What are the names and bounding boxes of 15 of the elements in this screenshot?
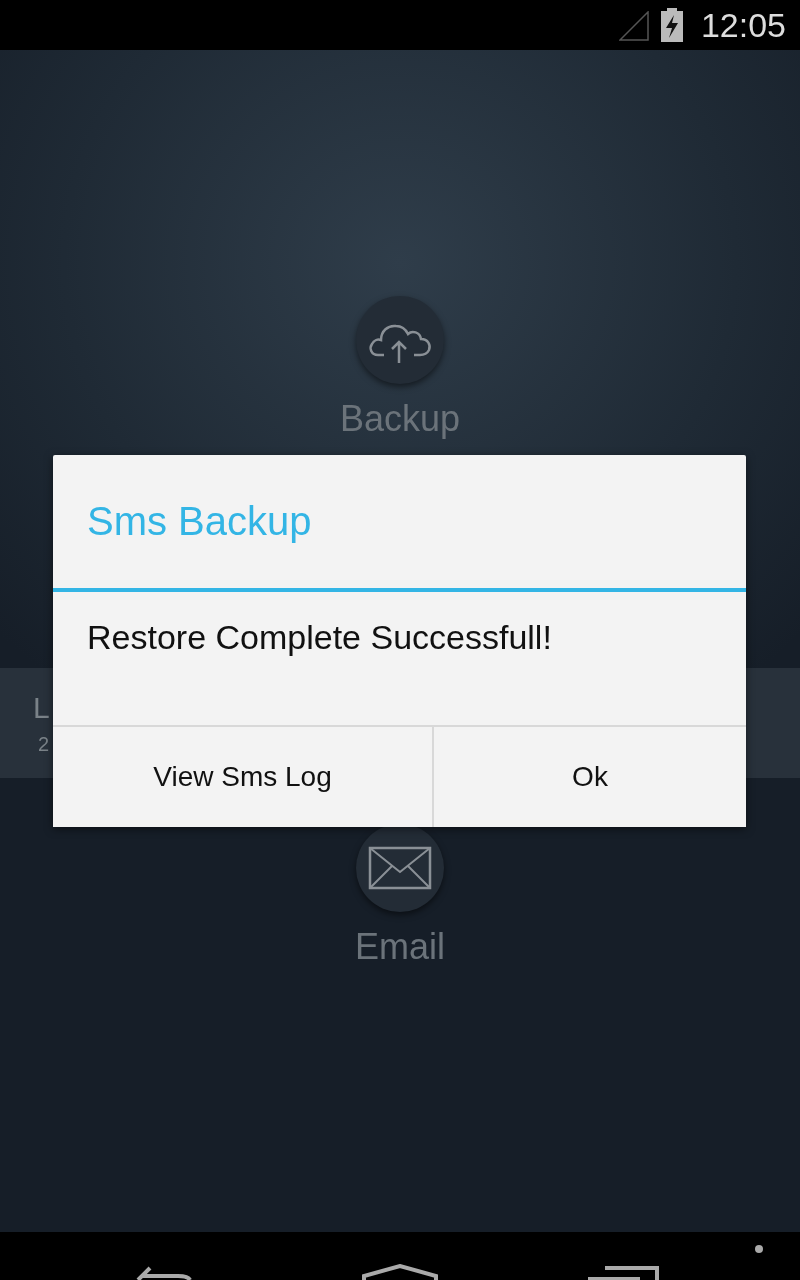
clock-time: 12:05 [700,5,786,45]
band-title: L [33,690,50,725]
dialog-button[interactable]: Ok [434,727,746,827]
backup-button[interactable] [356,296,444,384]
battery-charging-icon [660,8,683,42]
dialog-button[interactable]: View Sms Log [53,727,434,827]
dialog-title: Sms Backup [53,455,746,592]
action-label: Email [355,926,445,968]
action-label: Backup [339,398,461,440]
signal-icon [618,11,649,41]
envelope-icon [368,846,432,890]
recents-icon[interactable] [588,1266,660,1280]
band-subtitle: 2 [38,732,50,756]
menu-icon[interactable] [754,1244,764,1254]
home-icon[interactable] [362,1264,438,1280]
